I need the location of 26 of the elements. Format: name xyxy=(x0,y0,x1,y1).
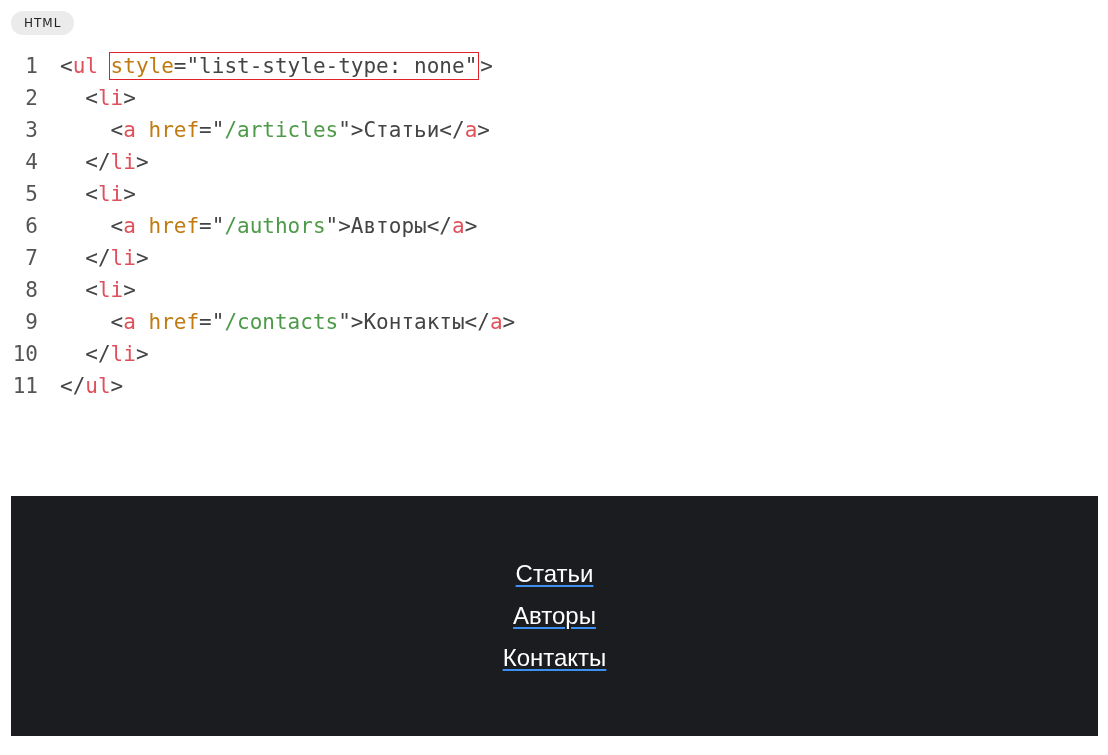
line-number: 7 xyxy=(24,246,38,270)
nav-link[interactable]: Контакты xyxy=(502,644,607,672)
code-line: <li> xyxy=(84,182,136,206)
line-number: 6 xyxy=(24,214,38,238)
line-number: 2 xyxy=(24,86,38,110)
language-badge: HTML xyxy=(11,11,75,35)
code-line: <li> xyxy=(84,86,136,110)
line-number: 8 xyxy=(24,278,38,302)
code-line: </li> xyxy=(84,246,149,270)
nav-link[interactable]: Авторы xyxy=(513,602,596,630)
code-line: <a href="/authors">Авторы</a> xyxy=(109,214,478,238)
code-line: </ul> xyxy=(60,374,124,398)
line-number: 5 xyxy=(24,182,38,206)
code-line: </li> xyxy=(84,342,149,366)
code-line: <li> xyxy=(84,278,136,302)
code-line: <a href="/articles">Статьи</a> xyxy=(109,118,490,142)
line-number: 4 xyxy=(24,150,38,174)
code-line: <ul style="list-style-type: none"> xyxy=(60,54,493,78)
line-number: 10 xyxy=(11,342,38,366)
nav-link[interactable]: Статьи xyxy=(515,560,594,588)
line-number: 3 xyxy=(24,118,38,142)
line-number: 11 xyxy=(11,374,38,398)
line-number: 1 xyxy=(24,54,38,78)
code-line: </li> xyxy=(84,150,149,174)
code-line: <a href="/contacts">Контакты</a> xyxy=(109,310,516,334)
line-number: 9 xyxy=(24,310,38,334)
